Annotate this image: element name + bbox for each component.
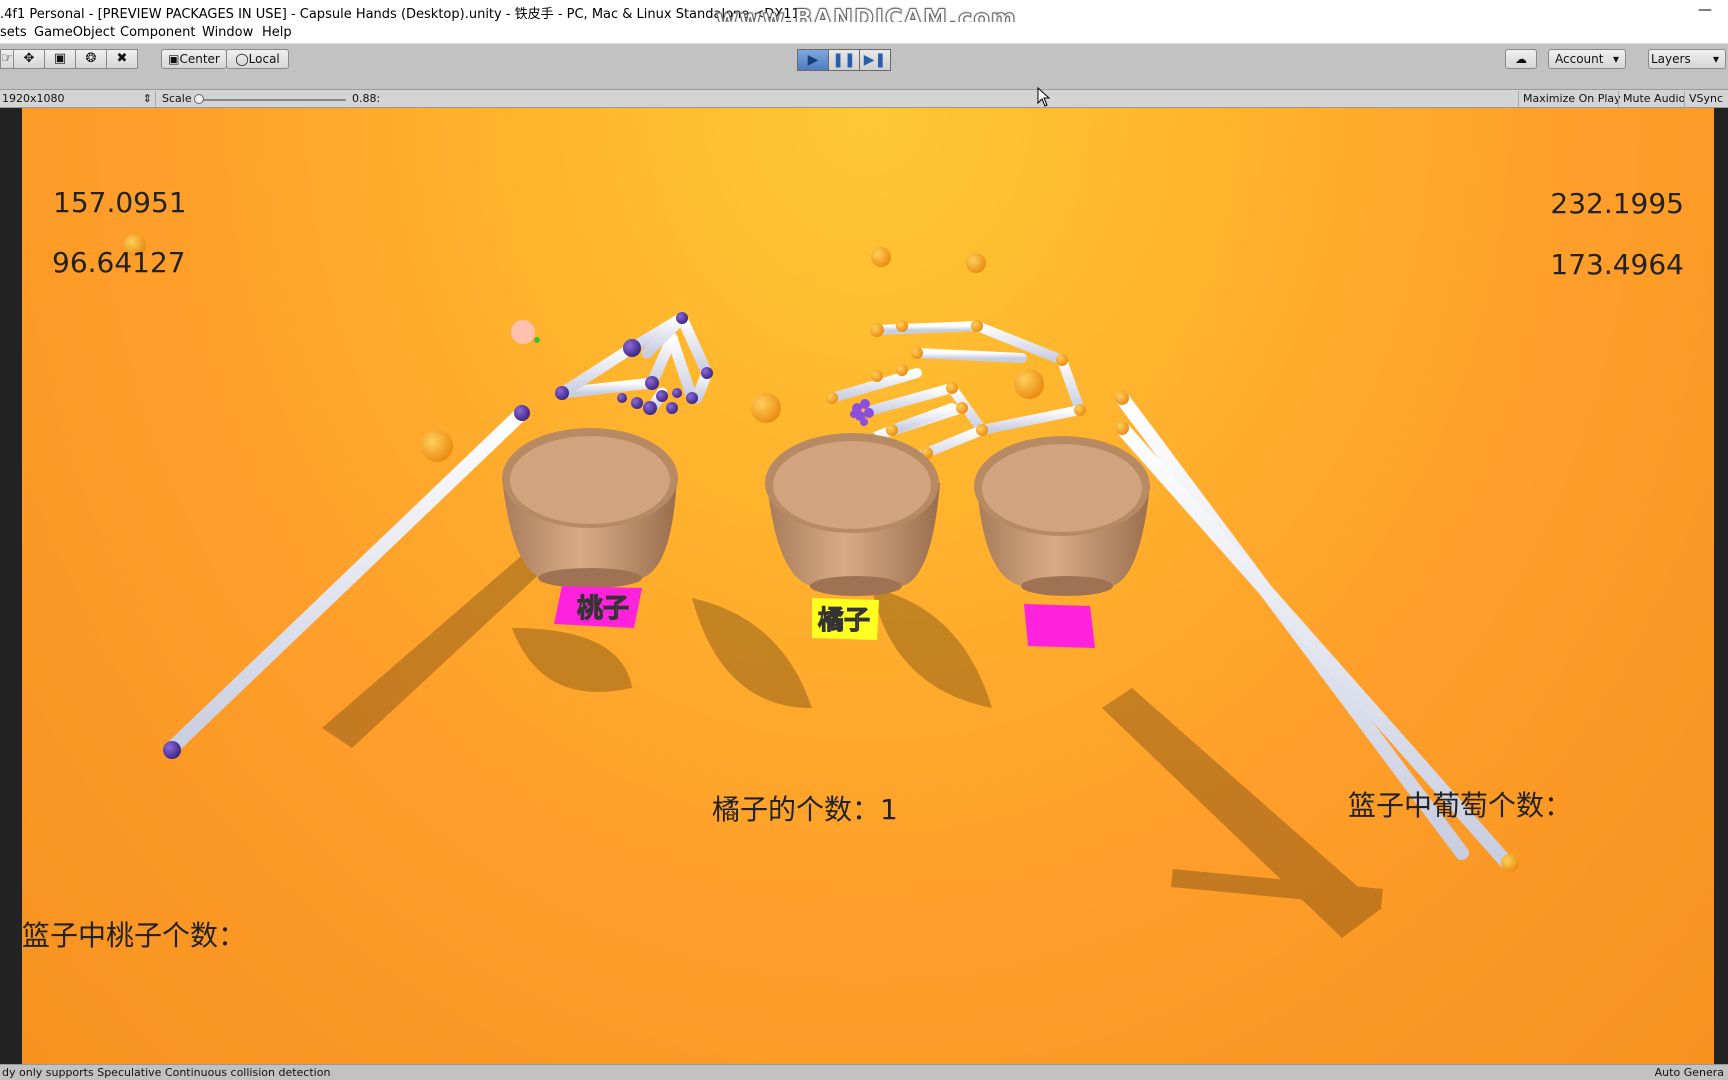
mute-audio-toggle[interactable]: Mute Audio (1618, 91, 1689, 107)
scale-slider-track[interactable] (198, 99, 346, 101)
collab-cloud-button[interactable]: ☁ (1505, 49, 1537, 69)
grape-bunch (850, 399, 874, 426)
transform-tool-icon[interactable]: ❂ (75, 49, 107, 69)
menu-component[interactable]: Component (120, 25, 195, 40)
pivot-center-button[interactable]: ▣Center (161, 49, 227, 69)
orange-fruit (871, 247, 891, 267)
basket-orange (765, 433, 940, 596)
title-bar: .4f1 Personal - [PREVIEW PACKAGES IN USE… (0, 0, 1728, 33)
account-dropdown[interactable]: Account ▾ (1548, 49, 1626, 69)
cloud-icon: ☁ (1515, 52, 1527, 66)
menu-bar: sets GameObject Component Window Help (0, 22, 1728, 44)
account-label: Account (1555, 52, 1604, 66)
peach-basket-count-text: 篮子中桃子个数： (22, 919, 247, 952)
hud-left-value-1: 157.0951 (53, 186, 187, 219)
basket-grape (974, 436, 1150, 596)
dropdown-arrow-icon: ▾ (1612, 52, 1619, 66)
peach-leaf (534, 337, 540, 343)
space-local-button[interactable]: ◯Local (226, 49, 289, 69)
left-hand (556, 312, 713, 414)
console-message[interactable]: dy only supports Speculative Continuous … (2, 1065, 330, 1080)
menu-assets[interactable]: sets (0, 25, 27, 40)
minimize-button[interactable]: — (1682, 0, 1728, 22)
layers-dropdown[interactable]: Layers ▾ (1648, 49, 1726, 69)
label-plate-grape (1024, 604, 1095, 648)
orange-fruit (1014, 369, 1044, 399)
hand-tool-icon[interactable]: ☞ (0, 49, 14, 69)
status-bar: dy only supports Speculative Continuous … (0, 1064, 1728, 1080)
step-button[interactable]: ▶❚ (859, 49, 891, 71)
scale-value: 0.88: (352, 92, 381, 105)
menu-help[interactable]: Help (262, 25, 292, 40)
scale-label: Scale (162, 92, 192, 105)
scale-slider-knob[interactable] (194, 94, 204, 104)
step-icon: ▶❚ (863, 52, 887, 68)
grape-basket-count-text: 篮子中葡萄个数： (1348, 789, 1573, 822)
peach-fruit (511, 320, 535, 344)
resolution-label: 1920x1080 (2, 92, 65, 105)
auto-generate-status: Auto Genera (1654, 1066, 1724, 1079)
mouse-cursor-icon (1037, 87, 1051, 107)
hud-left-value-2: 96.64127 (52, 246, 186, 279)
game-view-bar: 1920x1080 ⇕ Scale 0.88: Maximize On Play… (0, 90, 1728, 108)
label-text-peach: 桃子 (576, 594, 630, 625)
menu-window[interactable]: Window (202, 25, 253, 40)
custom-tool-icon[interactable]: ✖ (106, 49, 138, 69)
play-icon: ▶ (807, 52, 819, 68)
window-title: .4f1 Personal - [PREVIEW PACKAGES IN USE… (0, 7, 811, 22)
resolution-dropdown[interactable]: 1920x1080 ⇕ (0, 91, 156, 107)
label-text-orange: 橘子 (817, 606, 871, 637)
space-label: Local (248, 52, 280, 66)
main-toolbar: ☞ ✥ ▣ ❂ ✖ ▣Center ◯Local ▶ ❚❚ ▶❚ ☁ Accou… (0, 44, 1728, 90)
vsync-toggle[interactable]: VSync (1684, 91, 1727, 107)
cube-icon: ◯ (235, 52, 249, 66)
orange-fruit (966, 253, 986, 273)
menu-gameobject[interactable]: GameObject (34, 25, 115, 40)
shadows (322, 538, 1383, 938)
updown-arrow-icon: ⇕ (142, 92, 152, 105)
basket-peach (502, 428, 678, 588)
game-viewport[interactable]: 桃子 橘子 157.0951 96.64127 232.1995 173.496… (22, 108, 1714, 1064)
rect-tool-icon[interactable]: ▣ (44, 49, 76, 69)
orange-fruit (421, 430, 453, 462)
move-tool-icon[interactable]: ✥ (13, 49, 45, 69)
hud-right-value-2: 173.4964 (1550, 248, 1684, 281)
play-controls: ▶ ❚❚ ▶❚ (797, 49, 891, 71)
dropdown-arrow-icon: ▾ (1712, 52, 1719, 66)
transform-tools: ☞ ✥ ▣ ❂ ✖ (0, 49, 138, 69)
left-forearm (163, 405, 530, 759)
pivot-label: Center (179, 52, 220, 66)
orange-fruit (751, 393, 781, 423)
scene-render (124, 234, 1519, 938)
maximize-on-play-toggle[interactable]: Maximize On Play (1518, 91, 1625, 107)
play-button[interactable]: ▶ (797, 49, 829, 71)
layers-label: Layers (1651, 52, 1691, 66)
pause-button[interactable]: ❚❚ (828, 49, 860, 71)
pivot-icon: ▣ (168, 52, 180, 66)
hud-right-value-1: 232.1995 (1550, 187, 1684, 220)
orange-count-text: 橘子的个数：1 (712, 793, 898, 826)
pause-icon: ❚❚ (832, 52, 856, 68)
